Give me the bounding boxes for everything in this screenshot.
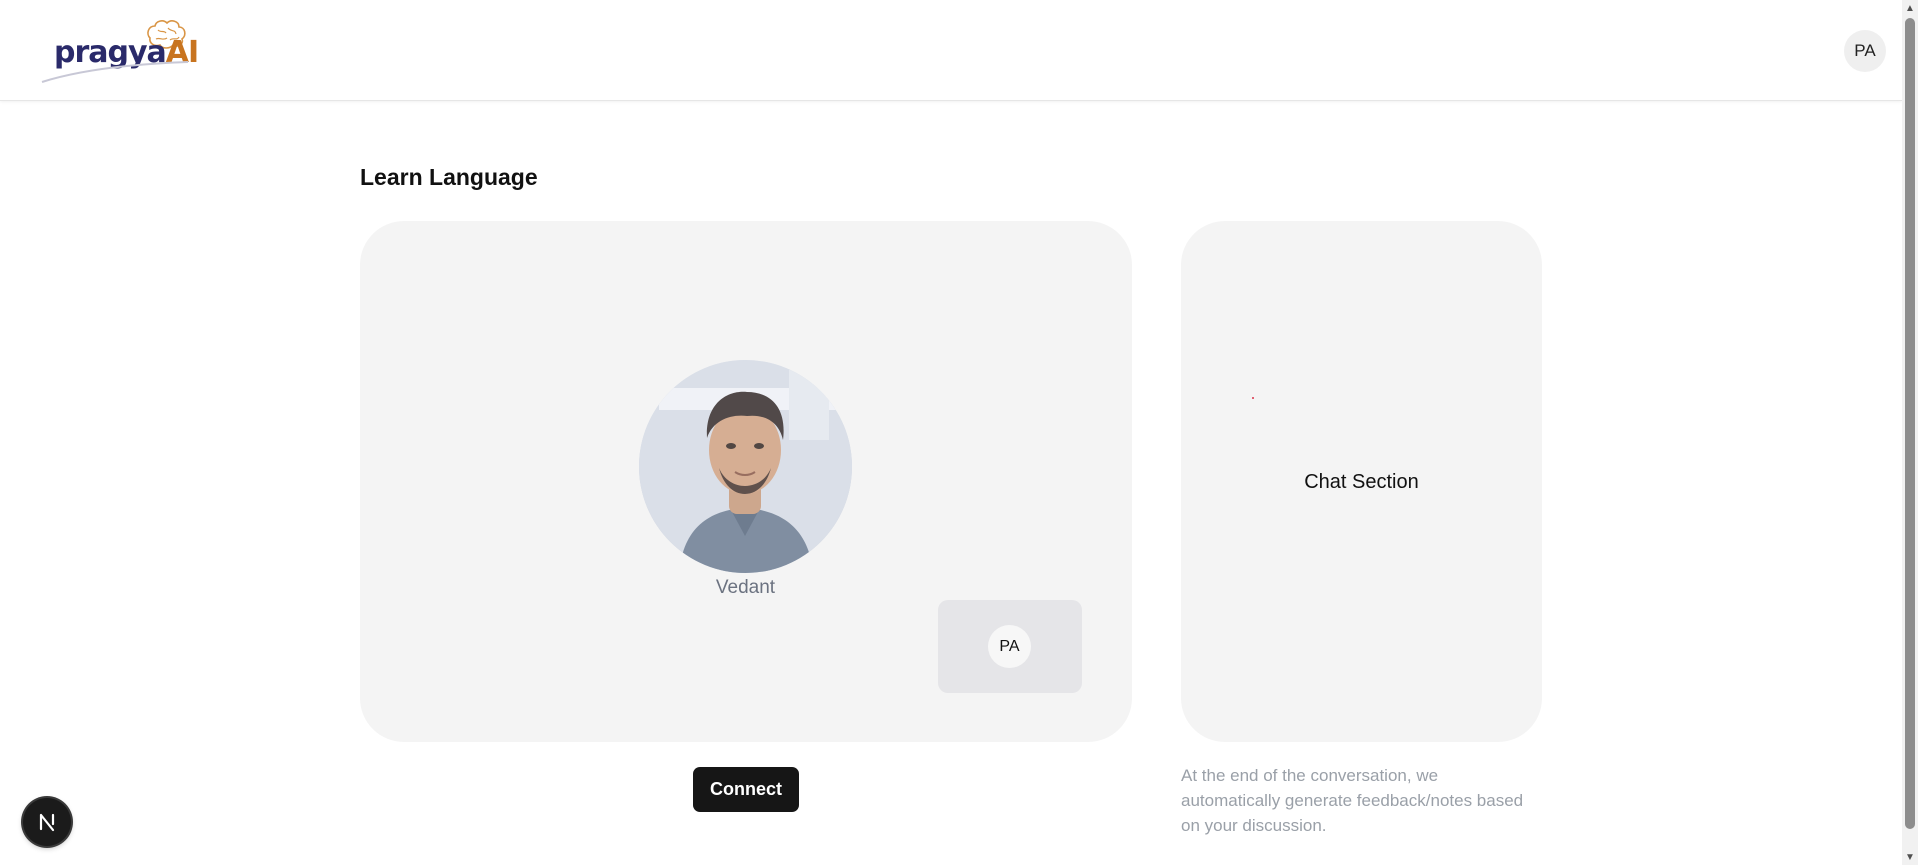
user-avatar-initials: PA xyxy=(1854,41,1876,60)
nextjs-n-icon xyxy=(39,813,55,832)
vertical-scrollbar[interactable]: ▲ ▼ xyxy=(1902,0,1918,865)
user-avatar-button[interactable]: PA xyxy=(1844,30,1886,72)
connect-button[interactable]: Connect xyxy=(693,767,799,812)
chat-section-label: Chat Section xyxy=(1304,471,1419,493)
user-tile-avatar: PA xyxy=(988,625,1031,668)
logo-swoosh xyxy=(41,61,189,83)
user-tile-initials: PA xyxy=(999,637,1020,655)
top-header: pragyaAI PA xyxy=(0,0,1902,101)
agent-avatar-photo xyxy=(639,360,852,573)
scroll-down-arrow-icon[interactable]: ▼ xyxy=(1902,849,1918,865)
page-title: Learn Language xyxy=(360,164,538,190)
scroll-up-arrow-icon[interactable]: ▲ xyxy=(1902,0,1918,16)
nextjs-dev-indicator-button[interactable] xyxy=(23,798,71,846)
pragyaai-logo[interactable]: pragyaAI xyxy=(40,16,199,86)
scrollbar-thumb[interactable] xyxy=(1905,18,1915,829)
user-video-tile: PA xyxy=(938,600,1082,693)
agent-name-label: Vedant xyxy=(715,577,776,598)
page: pragyaAI PA Learn Language Vedant PA Cha… xyxy=(0,0,1918,865)
feedback-note: At the end of the conversation, we autom… xyxy=(1181,766,1524,835)
chat-section-panel: Chat Section xyxy=(1181,221,1542,742)
agent-portrait-image xyxy=(639,360,852,573)
video-call-panel: Vedant PA xyxy=(360,221,1132,742)
chat-indicator-dot xyxy=(1252,397,1254,399)
